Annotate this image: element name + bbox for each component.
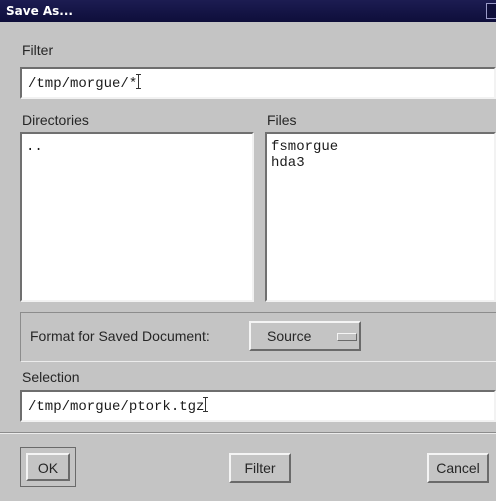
- files-label: Files: [267, 112, 297, 128]
- filter-input-value: /tmp/morgue/*: [28, 76, 138, 92]
- text-cursor: [203, 397, 209, 412]
- title-bar[interactable]: [0, 0, 496, 22]
- selection-input[interactable]: /tmp/morgue/ptork.tgz: [20, 390, 496, 422]
- option-menu-indicator-icon: [337, 333, 357, 341]
- separator: [0, 432, 496, 434]
- format-option-menu[interactable]: Source: [249, 321, 361, 351]
- filter-input[interactable]: /tmp/morgue/*: [20, 67, 496, 99]
- window-menu-button[interactable]: [486, 3, 496, 19]
- format-selected-value: Source: [267, 328, 312, 344]
- files-list[interactable]: fsmorgue hda3: [265, 132, 496, 302]
- text-cursor: [136, 74, 142, 89]
- filter-label: Filter: [22, 42, 54, 58]
- selection-label: Selection: [22, 369, 80, 385]
- file-item-hda3[interactable]: hda3: [271, 155, 305, 171]
- filter-button[interactable]: Filter: [229, 453, 291, 483]
- directory-item-parent[interactable]: ..: [26, 139, 43, 155]
- ok-button[interactable]: OK: [26, 453, 70, 481]
- file-item-fsmorgue[interactable]: fsmorgue: [271, 139, 338, 155]
- directories-label: Directories: [22, 112, 89, 128]
- window-title: Save As...: [6, 4, 73, 18]
- selection-input-value: /tmp/morgue/ptork.tgz: [28, 399, 205, 415]
- cancel-button[interactable]: Cancel: [427, 453, 489, 483]
- format-label: Format for Saved Document:: [30, 328, 210, 344]
- directories-list[interactable]: ..: [20, 132, 254, 302]
